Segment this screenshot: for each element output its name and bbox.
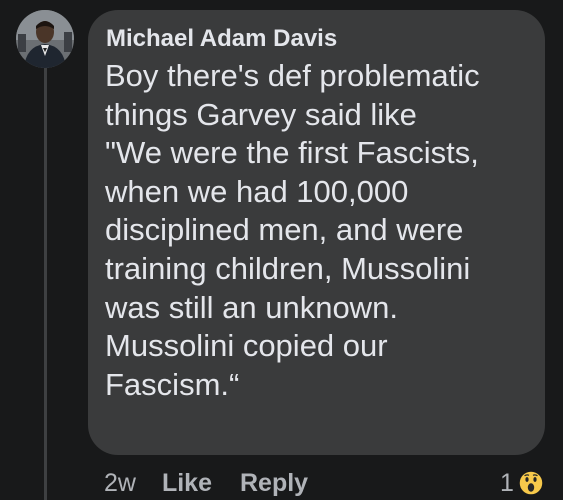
comment-timestamp[interactable]: 2w (104, 469, 136, 498)
reply-button[interactable]: Reply (240, 469, 308, 498)
comment-bubble: Michael Adam Davis Boy there's def probl… (88, 10, 545, 455)
comment-line: was still an unknown. (105, 289, 398, 325)
comment-line: "We were the first Fascists, (105, 135, 479, 171)
comment-line: Fascism.“ (105, 366, 240, 402)
comment-actions: 2w Like Reply (104, 466, 336, 500)
comment-line: Mussolini copied our (105, 328, 388, 364)
comment-line: Boy there's def problematic (105, 58, 480, 93)
comment-line: when we had 100,000 (105, 173, 409, 209)
comment-line: training children, Mussolini (105, 250, 471, 286)
avatar[interactable] (16, 10, 74, 68)
like-button[interactable]: Like (162, 469, 212, 498)
wow-reaction-icon (518, 470, 544, 496)
comment-text: Boy there's def problematic things Garve… (105, 57, 529, 404)
comment-line: disciplined men, and were (105, 212, 464, 248)
avatar-image (16, 10, 74, 68)
comment-author[interactable]: Michael Adam Davis (106, 24, 529, 54)
thread-line (44, 66, 47, 500)
comment-line: things Garvey said like (105, 96, 417, 132)
reaction-summary[interactable]: 1 (500, 466, 544, 500)
reaction-count: 1 (500, 468, 514, 497)
